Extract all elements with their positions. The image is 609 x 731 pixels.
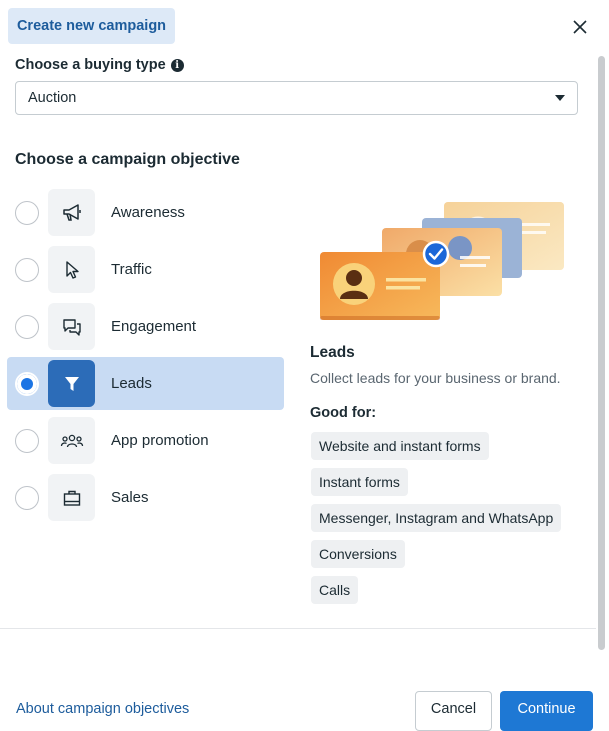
buying-type-select[interactable]: Auction <box>15 81 578 115</box>
filter-icon <box>48 360 95 407</box>
objective-engagement[interactable]: Engagement <box>7 300 284 353</box>
objective-list: Awareness Traffic Engagement Leads App p… <box>7 186 284 528</box>
megaphone-icon <box>48 189 95 236</box>
close-button[interactable] <box>567 14 593 40</box>
create-campaign-tab[interactable]: Create new campaign <box>8 8 175 44</box>
radio-sales[interactable] <box>15 485 39 510</box>
good-for-chip: Calls <box>311 576 359 604</box>
radio-engagement[interactable] <box>15 314 39 339</box>
cancel-button[interactable]: Cancel <box>415 691 492 731</box>
objective-section-title: Choose a campaign objective <box>15 151 240 168</box>
objective-label: Awareness <box>111 204 185 221</box>
objective-awareness[interactable]: Awareness <box>7 186 284 239</box>
good-for-chip: Website and instant forms <box>311 432 489 460</box>
about-campaign-objectives-link[interactable]: About campaign objectives <box>16 701 189 717</box>
objective-leads[interactable]: Leads <box>7 357 284 410</box>
objective-label: App promotion <box>111 432 209 449</box>
good-for-chip: Conversions <box>311 540 405 568</box>
buying-type-label-text: Choose a buying type <box>15 57 166 73</box>
footer-divider <box>0 628 596 629</box>
radio-leads[interactable] <box>15 371 39 396</box>
continue-button[interactable]: Continue <box>500 691 593 731</box>
shopping-bag-icon <box>48 474 95 521</box>
radio-app-promotion[interactable] <box>15 428 39 453</box>
objective-label: Engagement <box>111 318 197 335</box>
buying-type-value: Auction <box>28 90 77 106</box>
vertical-scrollbar[interactable] <box>598 56 605 650</box>
good-for-chip: Instant forms <box>311 468 408 496</box>
buying-type-label: Choose a buying type i <box>15 57 184 73</box>
good-for-label: Good for: <box>310 405 377 421</box>
detail-description: Collect leads for your business or brand… <box>310 370 561 386</box>
caret-down-icon <box>555 95 565 101</box>
good-for-chip: Messenger, Instagram and WhatsApp <box>311 504 562 532</box>
chat-bubbles-icon <box>48 303 95 350</box>
objective-label: Sales <box>111 489 149 506</box>
objective-label: Traffic <box>111 261 152 278</box>
radio-traffic[interactable] <box>15 257 39 282</box>
leads-illustration <box>318 198 568 329</box>
objective-traffic[interactable]: Traffic <box>7 243 284 296</box>
good-for-chips: Website and instant forms Instant forms … <box>311 432 591 612</box>
objective-app-promotion[interactable]: App promotion <box>7 414 284 467</box>
detail-title: Leads <box>310 344 355 361</box>
radio-awareness[interactable] <box>15 200 39 225</box>
info-icon[interactable]: i <box>170 58 184 72</box>
close-icon <box>573 20 587 34</box>
objective-sales[interactable]: Sales <box>7 471 284 524</box>
people-icon <box>48 417 95 464</box>
cursor-icon <box>48 246 95 293</box>
objective-label: Leads <box>111 375 152 392</box>
